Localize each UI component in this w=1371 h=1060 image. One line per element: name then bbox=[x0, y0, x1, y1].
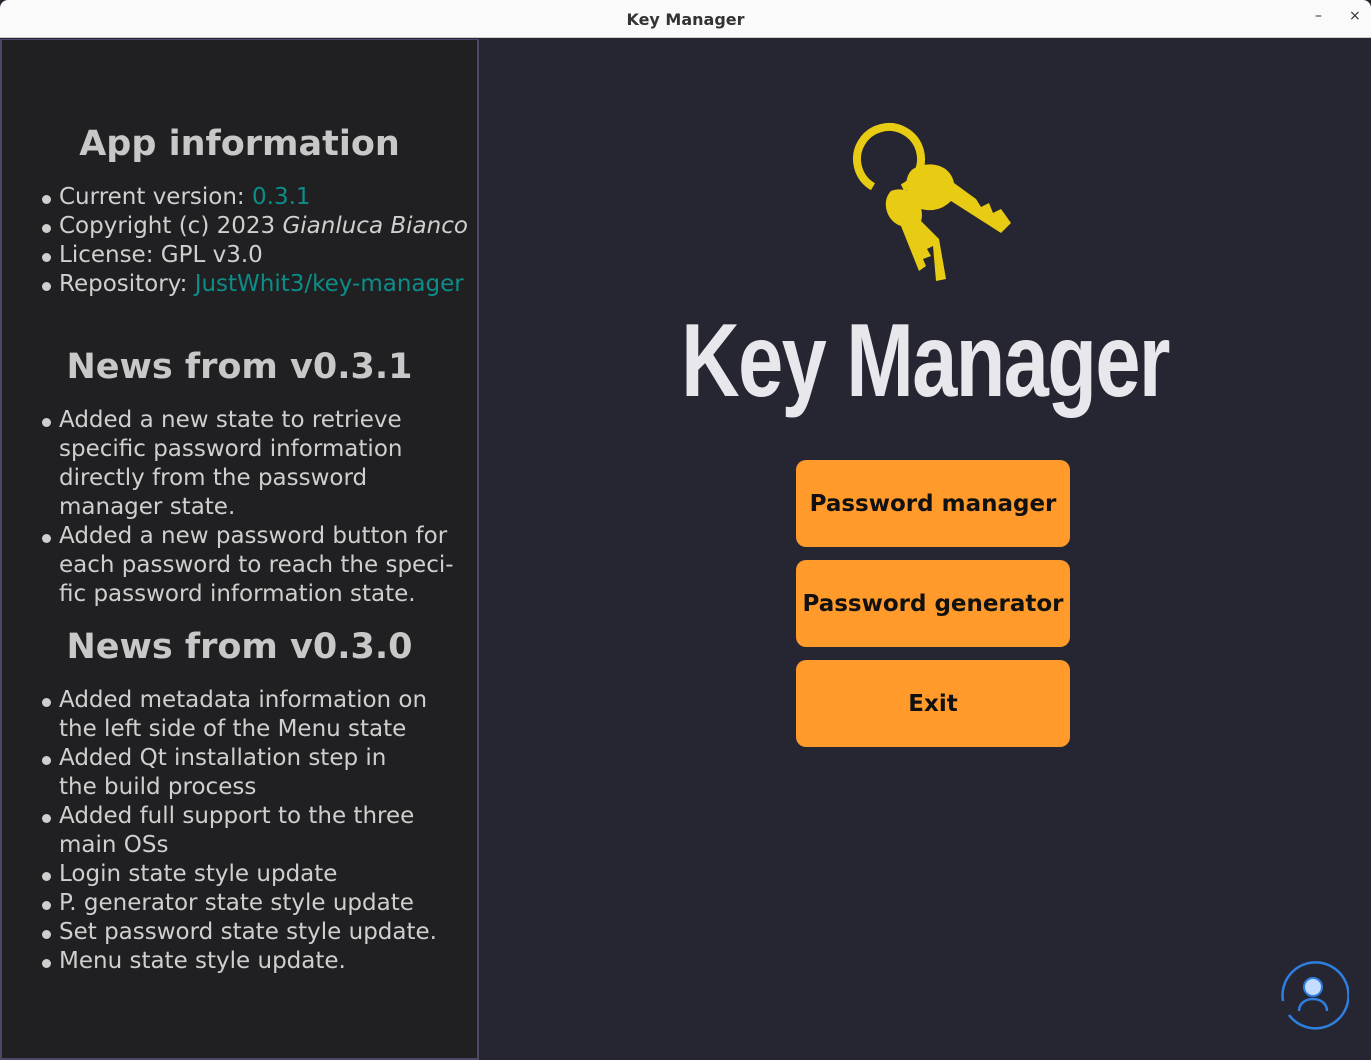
close-button[interactable]: × bbox=[1349, 8, 1361, 24]
list-item: Set password state style update. bbox=[40, 918, 470, 947]
news-031-heading: News from v0.3.1 bbox=[66, 347, 413, 387]
list-item: Added full support to the three main OSs bbox=[40, 802, 425, 860]
news-030-list: Added metadata information on the left s… bbox=[40, 686, 470, 976]
exit-button[interactable]: Exit bbox=[796, 660, 1070, 747]
user-account-icon[interactable] bbox=[1277, 959, 1349, 1031]
news-031-list: Added a new state to retrieve speci­fic … bbox=[40, 406, 455, 609]
copyright-label: Copyright (c) 2023 bbox=[59, 213, 283, 239]
repo-label: Repository: bbox=[59, 271, 195, 297]
password-manager-button[interactable]: Password manager bbox=[796, 460, 1070, 547]
info-sidebar: App information Current version: 0.3.1 C… bbox=[0, 39, 479, 1060]
version-label: Current version: bbox=[59, 184, 252, 210]
news-030-heading: News from v0.3.0 bbox=[66, 627, 413, 667]
version-value: 0.3.1 bbox=[252, 184, 311, 210]
title-bar: Key Manager – × bbox=[0, 0, 1371, 38]
password-generator-button[interactable]: Password generator bbox=[796, 560, 1070, 647]
author: Gianluca Bianco bbox=[282, 213, 468, 239]
list-item: Added metadata information on the left s… bbox=[40, 686, 470, 744]
list-item: Added Qt installation step in the build … bbox=[40, 744, 425, 802]
license-item: License: GPL v3.0 bbox=[40, 241, 470, 270]
version-item: Current version: 0.3.1 bbox=[40, 183, 470, 212]
menu-panel: Key Manager Password manager Password ge… bbox=[479, 39, 1371, 1060]
app-title: Key Manager bbox=[681, 303, 1170, 419]
list-item: Login state style update bbox=[40, 860, 470, 889]
list-item: P. generator state style update bbox=[40, 889, 470, 918]
list-item: Added a new password button for each pas… bbox=[40, 522, 455, 609]
repo-item: Repository: JustWhit3/key-manager bbox=[40, 270, 470, 299]
copyright-item: Copyright (c) 2023 Gianluca Bianco bbox=[40, 212, 470, 241]
window-title: Key Manager bbox=[626, 10, 745, 29]
list-item: Added a new state to retrieve speci­fic … bbox=[40, 406, 455, 522]
app-info-list: Current version: 0.3.1 Copyright (c) 202… bbox=[40, 183, 470, 299]
app-info-heading: App information bbox=[79, 124, 400, 164]
list-item: Menu state style update. bbox=[40, 947, 470, 976]
repo-link[interactable]: JustWhit3/key-manager bbox=[195, 271, 464, 297]
minimize-button[interactable]: – bbox=[1315, 8, 1322, 24]
keys-logo-icon bbox=[853, 123, 1011, 281]
